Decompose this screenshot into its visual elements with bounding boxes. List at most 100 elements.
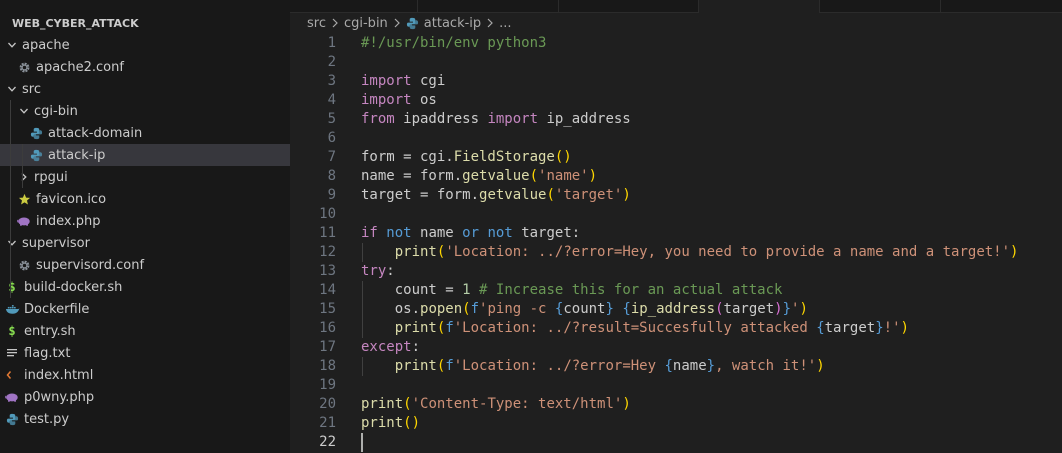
chevron-down-icon[interactable] [4, 34, 20, 56]
code-token: ) [622, 187, 631, 203]
breadcrumb-attack-ip[interactable]: attack-ip [424, 16, 481, 31]
tree-file-attack-ip[interactable]: attack-ip [0, 144, 290, 166]
code-token: print [394, 320, 437, 336]
code-token: 'ping -c [479, 301, 555, 317]
code-line[interactable]: 5 from ipaddress import ip_address [290, 110, 1062, 129]
tree-folder-src[interactable]: src [0, 78, 290, 100]
code-token: count = [361, 282, 463, 298]
tree-item-label: attack-domain [48, 125, 143, 141]
tree-item-label: supervisor [22, 235, 90, 251]
code-token: } [605, 301, 614, 317]
code-token: ) [799, 301, 808, 317]
code-token: 'name' [538, 168, 589, 184]
code-token: not [487, 225, 513, 241]
code-token: ( [715, 301, 724, 317]
tree-file-index-php[interactable]: index.php [0, 210, 290, 232]
tree-file-test-py[interactable]: test.py [0, 408, 290, 430]
code-line[interactable]: 19 [290, 376, 1062, 395]
tree-file-favicon-ico[interactable]: favicon.ico [0, 188, 290, 210]
code-token: f [445, 358, 454, 374]
code-indent-guide [362, 281, 363, 338]
tab-divider [819, 0, 820, 12]
code-line[interactable]: 2 [290, 53, 1062, 72]
code-line[interactable]: 10 [290, 205, 1062, 224]
tree-folder-rpgui[interactable]: rpgui [0, 166, 290, 188]
tree-file-flag-txt[interactable]: flag.txt [0, 342, 290, 364]
code-text: print(f'Location: ../?error=Hey {name}, … [361, 357, 825, 376]
code-token: ( [546, 187, 555, 203]
code-line[interactable]: 13 try: [290, 262, 1062, 281]
code-line[interactable]: 12 print('Location: ../?error=Hey, you n… [290, 243, 1062, 262]
chevron-down-icon[interactable] [16, 100, 32, 122]
indent-guide [10, 276, 11, 298]
code-line[interactable]: 6 [290, 129, 1062, 148]
code-token: ( [529, 168, 539, 184]
tree-file-p0wny-php[interactable]: p0wny.php [0, 386, 290, 408]
line-number: 22 [319, 434, 336, 450]
code-token: f [470, 301, 480, 317]
code-line[interactable]: 3 import cgi [290, 72, 1062, 91]
tree-folder-apache[interactable]: apache [0, 34, 290, 56]
breadcrumb-src[interactable]: src [307, 16, 326, 31]
tab-active[interactable] [699, 0, 819, 13]
chevron-down-icon[interactable] [4, 78, 20, 100]
tree-file-entry-sh[interactable]: $ entry.sh [0, 320, 290, 342]
code-line[interactable]: 15 os.popen(f'ping -c {count} {ip_addres… [290, 300, 1062, 319]
tree-folder-cgi-bin[interactable]: cgi-bin [0, 100, 290, 122]
chevron-right-icon [393, 18, 401, 28]
line-number: 7 [327, 149, 336, 165]
chevron-right-icon[interactable] [16, 166, 32, 188]
line-number: 18 [319, 358, 336, 374]
code-line[interactable]: 21 print() [290, 414, 1062, 433]
tree-file-dockerfile[interactable]: Dockerfile [0, 298, 290, 320]
tree-file-build-docker-sh[interactable]: $ build-docker.sh [0, 276, 290, 298]
code-text: import os [361, 91, 437, 110]
code-line[interactable]: 1 #!/usr/bin/env python3 [290, 34, 1062, 53]
shell-icon: $ [8, 324, 16, 338]
text-cursor [361, 433, 363, 452]
code-line[interactable]: 9 target = form.getvalue('target') [290, 186, 1062, 205]
chevron-down-icon[interactable] [4, 232, 20, 254]
code-token: FieldStorage [453, 149, 555, 165]
python-icon [406, 17, 419, 30]
code-token: 'Location: ../?error=Hey [453, 358, 665, 374]
breadcrumb-cgi-bin[interactable]: cgi-bin [344, 16, 388, 31]
code-token: , watch it!' [715, 358, 817, 374]
code-token: except [361, 339, 412, 355]
code-token: f [445, 320, 454, 336]
code-token: } [875, 320, 884, 336]
code-token: () [403, 415, 421, 431]
code-text: form = cgi.FieldStorage() [361, 148, 572, 167]
tree-file-supervisord-conf[interactable]: supervisord.conf [0, 254, 290, 276]
tree-file-index-html[interactable]: index.html [0, 364, 290, 386]
code-line[interactable]: 20 print('Content-Type: text/html') [290, 395, 1062, 414]
code-line[interactable]: 8 name = form.getvalue('name') [290, 167, 1062, 186]
tree-file-apache2-conf[interactable]: apache2.conf [0, 56, 290, 78]
python-icon [4, 408, 20, 430]
code-token: name = form. [361, 168, 463, 184]
breadcrumb-symbols[interactable]: ... [499, 16, 511, 31]
tree-folder-supervisor[interactable]: supervisor [0, 232, 290, 254]
code-line[interactable]: 4 import os [290, 91, 1062, 110]
code-line[interactable]: 11 if not name or not target: [290, 224, 1062, 243]
code-line[interactable]: 16 print(f'Location: ../?result=Succesfu… [290, 319, 1062, 338]
code-token: print [361, 396, 404, 412]
code-line[interactable]: 7 form = cgi.FieldStorage() [290, 148, 1062, 167]
explorer-root-header[interactable]: WEB_CYBER_ATTACK [0, 12, 290, 34]
tree-item-label: build-docker.sh [24, 279, 123, 295]
code-token: target [824, 320, 876, 336]
code-line[interactable]: 22 [290, 433, 1062, 452]
code-text: print('Content-Type: text/html') [361, 395, 631, 414]
line-number: 16 [319, 320, 336, 336]
code-token: from [361, 111, 395, 127]
indent-guide [22, 144, 23, 188]
code-token: target = form. [361, 187, 480, 203]
code-line[interactable]: 18 print(f'Location: ../?error=Hey {name… [290, 357, 1062, 376]
code-line[interactable]: 14 count = 1 # Increase this for an actu… [290, 281, 1062, 300]
code-token: name [411, 225, 463, 241]
tree-file-attack-domain[interactable]: attack-domain [0, 122, 290, 144]
code-token: ) [774, 301, 783, 317]
tree-item-label: flag.txt [24, 345, 71, 361]
code-line[interactable]: 17 except: [290, 338, 1062, 357]
code-indent-guide [362, 243, 363, 262]
